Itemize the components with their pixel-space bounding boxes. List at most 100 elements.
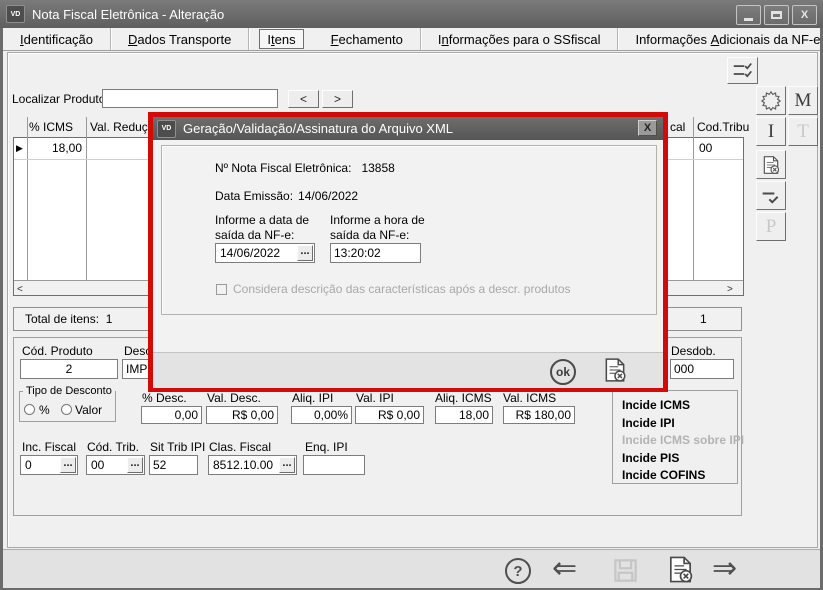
validate-items-button[interactable] (727, 57, 758, 84)
dialog-footer: ok (153, 352, 663, 388)
search-input[interactable] (102, 89, 278, 108)
characteristics-checkbox-label: Considera descrição das características … (233, 283, 571, 296)
cod-produto-input[interactable] (20, 359, 118, 379)
maximize-button[interactable] (764, 5, 789, 25)
document-cancel-icon (602, 357, 628, 383)
pct-desc-input[interactable] (141, 406, 202, 424)
incide-pis: Incide PIS (613, 450, 737, 468)
tab-identificacao[interactable]: Identificação (3, 28, 111, 50)
save-button-disabled (612, 557, 639, 589)
val-ipi-input[interactable] (355, 406, 424, 424)
help-button[interactable]: ? (505, 558, 531, 584)
dialog-close-button[interactable]: X (638, 120, 657, 136)
search-label: Localizar Produto (12, 93, 105, 106)
exit-time-input[interactable] (330, 243, 421, 263)
cod-produto-label: Cód. Produto (22, 345, 93, 358)
grid-header-reducao[interactable]: Val. Reduçã (90, 121, 154, 134)
tab-itens[interactable]: Itens (259, 29, 303, 49)
tab-informacoes-ssfiscal[interactable]: Informações para o SSfiscal (421, 28, 619, 50)
aliq-icms-label: Aliq. ICMS (435, 392, 492, 405)
exit-date-label: Informe a data de saída da NF-e: (215, 213, 309, 243)
incide-panel: Incide ICMS Incide IPI Incide ICMS sobre… (612, 390, 738, 484)
burst-button[interactable] (756, 86, 786, 115)
maximize-icon (771, 11, 782, 19)
desdob-label: Desdob. (671, 345, 716, 358)
status-total-items: Total de itens: 1 (25, 313, 112, 326)
check-line-button[interactable] (756, 181, 786, 210)
search-prev-button[interactable]: < (288, 90, 319, 108)
grid-header-codtribu[interactable]: Cod.Tribu (697, 121, 749, 134)
grid-header-partial[interactable]: cal (670, 121, 685, 134)
clas-fiscal-label: Clas. Fiscal (209, 441, 271, 454)
double-check-list-icon (732, 60, 753, 81)
cancel-invoice-button[interactable] (666, 555, 695, 589)
val-desc-input[interactable] (206, 406, 278, 424)
p-button-disabled: P (756, 212, 786, 241)
radio-desconto-percentual[interactable] (24, 404, 35, 415)
inc-fiscal-combo[interactable]: 0 ... (20, 455, 78, 475)
emission-date-row: Data Emissão: 14/06/2022 (215, 189, 358, 203)
clas-fiscal-combo[interactable]: 8512.10.00 ... (208, 455, 297, 475)
val-icms-input[interactable] (503, 406, 575, 424)
nfe-number-row: Nº Nota Fiscal Eletrônica: 13858 (215, 161, 395, 175)
close-icon: X (644, 122, 651, 134)
desdob-input[interactable] (670, 359, 734, 379)
bottom-toolbar (3, 549, 820, 588)
enq-ipi-input[interactable] (303, 455, 365, 475)
incide-cofins: Incide COFINS (613, 467, 737, 485)
sit-trib-ipi-label: Sit Trib IPI (150, 441, 205, 454)
document-cancel-icon (666, 555, 695, 584)
minimize-icon (744, 18, 753, 21)
grid-cell-codtribu[interactable]: 00 (699, 142, 712, 155)
i-button[interactable]: I (756, 117, 786, 146)
aliq-icms-input[interactable] (435, 406, 493, 424)
t-button-disabled: T (788, 117, 818, 146)
incide-icms: Incide ICMS (613, 397, 737, 415)
incide-icms-sobre-ipi: Incide ICMS sobre IPI (613, 432, 737, 450)
close-icon: X (801, 9, 808, 21)
grid-cell-icms[interactable]: 18,00 (27, 142, 82, 155)
inc-fiscal-ellipsis-button[interactable]: ... (60, 457, 76, 473)
cod-trib-ellipsis-button[interactable]: ... (127, 457, 143, 473)
cod-trib-label: Cód. Trib. (87, 441, 139, 454)
tab-fechamento[interactable]: Fechamento (314, 28, 421, 50)
app-window: VD Nota Fiscal Eletrônica - Alteração X … (0, 0, 823, 590)
exit-time-label: Informe a hora de saída da NF-e: (330, 213, 425, 243)
emission-date-value: 14/06/2022 (298, 189, 358, 203)
close-button[interactable]: X (792, 5, 817, 25)
tab-dados-transporte[interactable]: Dados Transporte (111, 28, 249, 50)
previous-record-button[interactable]: ⇐ (552, 554, 577, 584)
back-arrow-icon: ⇐ (552, 552, 577, 585)
search-next-button[interactable]: > (322, 90, 353, 108)
tab-informacoes-adicionais[interactable]: Informações Adicionais da NF-e (618, 28, 823, 50)
cancel-generation-button[interactable] (602, 357, 628, 388)
exit-date-ellipsis-button[interactable]: ... (297, 245, 313, 261)
val-icms-label: Val. ICMS (503, 392, 556, 405)
nfe-number-value: 13858 (361, 161, 394, 175)
next-record-button[interactable]: ⇒ (712, 554, 737, 584)
radio-desconto-valor[interactable] (61, 404, 72, 415)
cod-trib-combo[interactable]: 00 ... (86, 455, 145, 475)
tab-bar: Identificação Dados Transporte Itens Fec… (3, 28, 820, 51)
window-title: Nota Fiscal Eletrônica - Alteração (32, 7, 224, 22)
incide-ipi: Incide IPI (613, 415, 737, 433)
enq-ipi-label: Enq. IPI (305, 441, 348, 454)
window-titlebar: VD Nota Fiscal Eletrônica - Alteração X (0, 0, 823, 28)
starburst-icon (760, 90, 782, 112)
emission-date-label: Data Emissão: (215, 189, 293, 203)
minimize-button[interactable] (736, 5, 761, 25)
cancel-document-button[interactable] (756, 150, 786, 179)
scroll-left-icon[interactable]: < (17, 283, 23, 296)
aliq-ipi-input[interactable] (291, 406, 352, 424)
pct-desc-label: % Desc. (142, 392, 187, 405)
grid-header-icms[interactable]: % ICMS (29, 121, 73, 134)
xml-generation-dialog: VD Geração/Validação/Assinatura do Arqui… (148, 112, 668, 392)
ok-button[interactable]: ok (550, 359, 576, 385)
val-ipi-label: Val. IPI (356, 392, 394, 405)
clas-fiscal-ellipsis-button[interactable]: ... (279, 457, 295, 473)
exit-date-combo[interactable]: 14/06/2022 ... (215, 243, 315, 263)
m-button[interactable]: M (788, 86, 818, 115)
sit-trib-ipi-input[interactable] (149, 455, 198, 475)
scroll-right-icon[interactable]: > (727, 283, 733, 296)
dialog-titlebar: VD Geração/Validação/Assinatura do Arqui… (153, 117, 663, 140)
